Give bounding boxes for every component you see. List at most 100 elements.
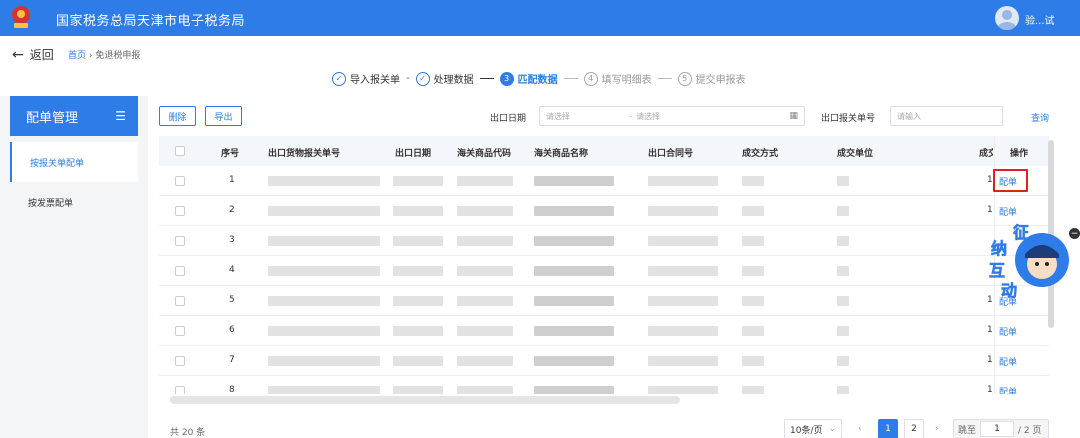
chevron-down-icon: ⌄	[828, 424, 836, 434]
row-number: 1	[229, 175, 235, 185]
row-qty: 1	[987, 355, 993, 365]
redacted-contract	[648, 236, 718, 246]
step-submit: 5 提交申报表	[677, 71, 746, 86]
row-checkbox[interactable]	[175, 386, 185, 394]
table-row: 4	[159, 256, 1049, 286]
minimize-icon[interactable]: −	[1069, 228, 1080, 239]
menu-collapse-icon[interactable]: ☰	[115, 109, 126, 123]
column-header: 出口货物报关单号	[268, 149, 341, 159]
table-row: 6 1 配单	[159, 316, 1049, 346]
row-qty: 1	[987, 175, 993, 185]
redacted-declaration-no	[268, 356, 380, 366]
jump-label: 跳至	[958, 425, 977, 436]
match-button[interactable]: 配单	[999, 385, 1017, 394]
redacted-name	[534, 266, 614, 276]
row-number: 3	[229, 235, 235, 245]
date-end-input[interactable]: 请选择	[636, 111, 660, 122]
step-separator	[563, 78, 578, 79]
page-total: / 2 页	[1018, 425, 1042, 436]
row-checkbox[interactable]	[175, 326, 185, 336]
prev-page-icon[interactable]: ‹	[858, 419, 862, 438]
column-header: 操作	[1010, 149, 1029, 159]
row-checkbox[interactable]	[175, 176, 185, 186]
step-separator	[657, 78, 672, 79]
next-page-icon[interactable]: ›	[935, 419, 939, 438]
redacted-code	[457, 236, 513, 246]
user-avatar-icon[interactable]	[995, 6, 1019, 30]
step-label: 匹配数据	[517, 75, 558, 86]
column-header: 海关商品代码	[457, 149, 512, 159]
step-process: ✓ 处理数据	[415, 71, 474, 86]
page-size-select[interactable]: 10条/页 ⌄	[784, 419, 842, 438]
redacted-declaration-no	[268, 296, 380, 306]
column-header: 出口日期	[395, 149, 432, 159]
redacted-name	[534, 176, 614, 186]
redacted-contract	[648, 326, 718, 336]
redacted-code	[457, 176, 513, 186]
row-checkbox[interactable]	[175, 356, 185, 366]
horizontal-scrollbar[interactable]	[170, 396, 680, 404]
column-header: 海关商品名称	[534, 149, 589, 159]
row-qty: 1	[987, 205, 993, 215]
table-row: 7 1 配单	[159, 346, 1049, 376]
sidebar-title: 配单管理 ☰	[10, 96, 138, 136]
step-label: 处理数据	[433, 75, 474, 86]
match-button[interactable]: 配单	[999, 325, 1017, 338]
mascot-char: 纳	[991, 239, 1007, 258]
step-label: 填写明细表	[601, 75, 652, 86]
redacted-method	[742, 356, 764, 366]
row-checkbox[interactable]	[175, 236, 185, 246]
redacted-name	[534, 236, 614, 246]
select-all-checkbox[interactable]	[175, 146, 185, 156]
column-header: 序号	[221, 149, 240, 159]
delete-button[interactable]: 删除	[159, 106, 196, 126]
row-checkbox[interactable]	[175, 266, 185, 276]
sidebar-item-by-declaration[interactable]: 按报关单配单	[10, 142, 138, 182]
breadcrumb-home[interactable]: 首页	[68, 51, 86, 61]
redacted-declaration-no	[268, 236, 380, 246]
redacted-contract	[648, 266, 718, 276]
tax-emblem-logo	[12, 6, 30, 28]
redacted-date	[393, 356, 443, 366]
column-header: 成交数	[979, 149, 993, 159]
sidebar-item-by-invoice[interactable]: 按发票配单	[10, 182, 138, 222]
redacted-date	[393, 326, 443, 336]
user-name[interactable]: 验...试	[1025, 12, 1055, 27]
export-button[interactable]: 导出	[205, 106, 242, 126]
back-button[interactable]: ← 返回	[12, 46, 54, 63]
breadcrumb-current: 免退税申报	[95, 51, 141, 61]
row-checkbox[interactable]	[175, 206, 185, 216]
match-button-highlight	[993, 169, 1028, 192]
page-size-value: 10条/页	[790, 425, 823, 436]
mascot-interaction-widget[interactable]: 征 纳 互 动	[985, 218, 1070, 308]
row-qty: 1	[987, 325, 993, 335]
redacted-unit	[837, 176, 849, 186]
row-number: 4	[229, 265, 235, 275]
redacted-declaration-no	[268, 206, 380, 216]
page-1-button[interactable]: 1	[878, 419, 898, 438]
table-row: 1 1 配单	[159, 166, 1049, 196]
date-start-input[interactable]: 请选择	[546, 111, 570, 122]
sidebar-title-text: 配单管理	[26, 110, 79, 126]
redacted-date	[393, 296, 443, 306]
jump-input[interactable]: 1	[980, 421, 1015, 437]
declaration-number-input[interactable]: 请输入	[890, 106, 1003, 126]
export-date-range[interactable]: 请选择 - 请选择 ▦	[539, 106, 805, 126]
match-button[interactable]: 配单	[999, 205, 1017, 218]
redacted-contract	[648, 356, 718, 366]
table-row: 2 1 配单	[159, 196, 1049, 226]
redacted-unit	[837, 356, 849, 366]
match-button[interactable]: 配单	[999, 355, 1017, 368]
row-qty: 1	[987, 385, 993, 394]
step-import: ✓ 导入报关单	[332, 71, 400, 86]
redacted-name	[534, 356, 614, 366]
redacted-unit	[837, 266, 849, 276]
redacted-name	[534, 296, 614, 306]
data-table: 序号 出口货物报关单号 出口日期 海关商品代码 海关商品名称 出口合同号 成交方…	[159, 136, 1049, 394]
row-checkbox[interactable]	[175, 296, 185, 306]
page-2-button[interactable]: 2	[904, 419, 924, 438]
search-button[interactable]: 查询	[1031, 111, 1049, 124]
declaration-number-label: 出口报关单号	[821, 114, 876, 124]
redacted-declaration-no	[268, 386, 380, 394]
redacted-code	[457, 296, 513, 306]
